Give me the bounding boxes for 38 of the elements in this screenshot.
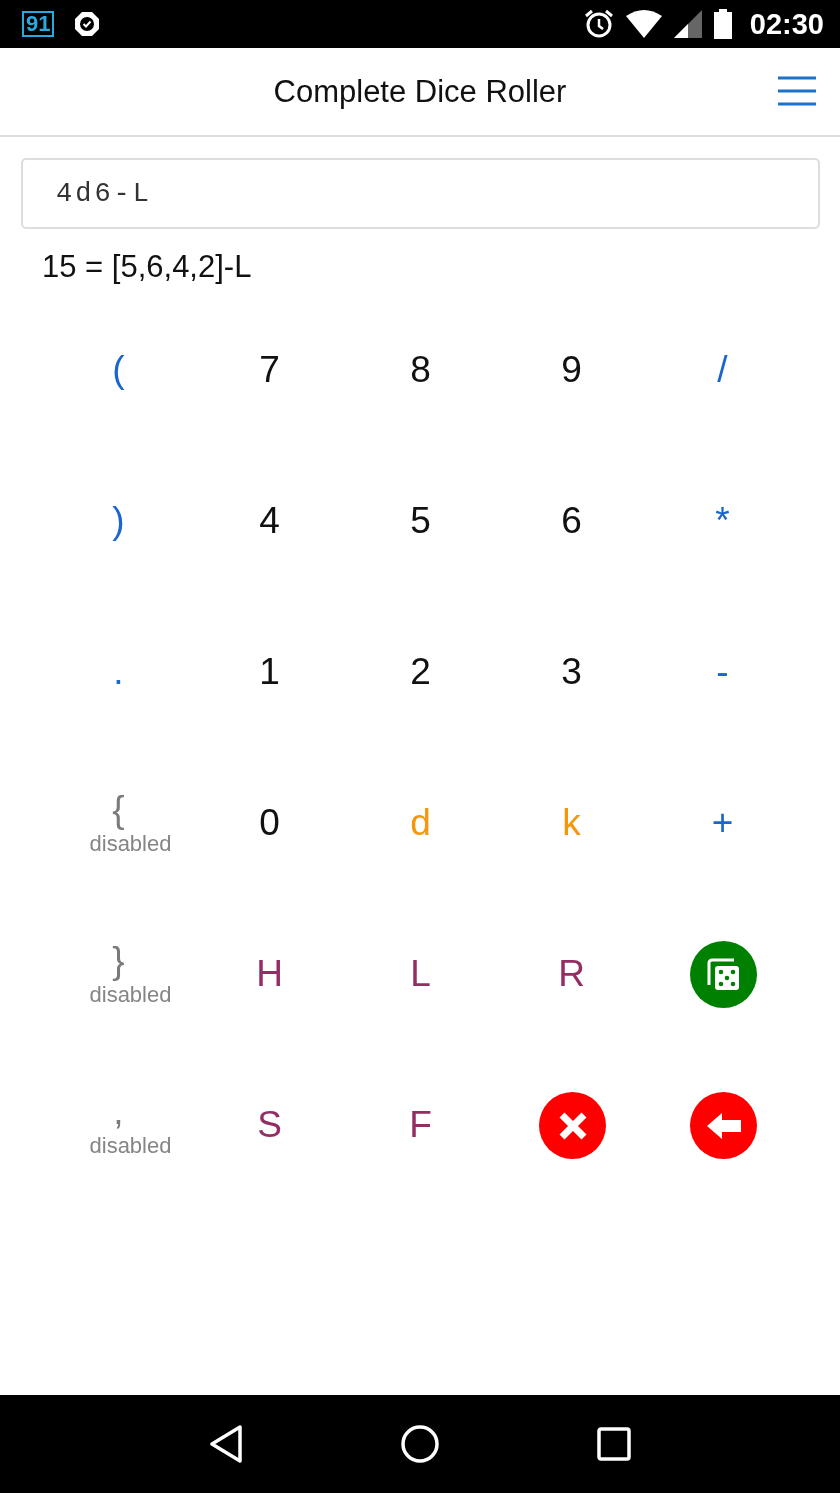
keypad-key[interactable]: 4 <box>247 497 292 546</box>
keypad-key[interactable]: ) <box>100 497 137 546</box>
keypad-key[interactable]: 8 <box>398 346 443 395</box>
app-title: Complete Dice Roller <box>273 73 567 110</box>
keypad-key[interactable]: F <box>397 1101 444 1150</box>
keypad-key[interactable]: / <box>705 346 740 395</box>
keypad-key[interactable]: . <box>101 648 136 697</box>
keypad-key[interactable]: 5 <box>398 497 443 546</box>
disabled-label: disabled <box>89 981 172 1008</box>
expression-field[interactable]: 4d6-L <box>21 158 820 229</box>
check-icon <box>74 11 101 37</box>
keypad-key[interactable]: 0 <box>247 799 292 848</box>
keypad-key[interactable]: + <box>699 799 746 848</box>
dice-icon <box>705 956 742 993</box>
alarm-icon <box>583 9 614 39</box>
keypad-key[interactable]: 7 <box>247 346 292 395</box>
notification-badge: 91 <box>22 11 55 37</box>
keypad-key[interactable]: 9 <box>549 346 594 395</box>
battery-icon <box>713 9 732 39</box>
disabled-label: disabled <box>89 830 172 857</box>
keypad-key[interactable]: - <box>704 648 741 697</box>
keypad-key[interactable]: 6 <box>549 497 594 546</box>
wifi-icon <box>625 10 662 38</box>
arrow-left-icon <box>706 1112 741 1139</box>
keypad-key[interactable]: H <box>244 950 295 999</box>
menu-button[interactable] <box>778 76 816 106</box>
roll-result: 15 = [5,6,4,2]-L <box>42 249 253 285</box>
keypad-key[interactable]: * <box>703 497 742 546</box>
keypad-key[interactable]: R <box>546 950 597 999</box>
keypad-key[interactable]: 2 <box>398 648 443 697</box>
signal-icon <box>673 10 702 38</box>
disabled-label: disabled <box>89 1132 172 1159</box>
keypad-key[interactable]: 1 <box>247 648 292 697</box>
keypad-key[interactable]: S <box>245 1101 294 1150</box>
keypad-key[interactable]: ( <box>100 346 137 395</box>
keypad-key[interactable]: L <box>398 950 443 999</box>
keypad-key[interactable]: 3 <box>549 648 594 697</box>
clock-time: 02:30 <box>749 7 824 41</box>
